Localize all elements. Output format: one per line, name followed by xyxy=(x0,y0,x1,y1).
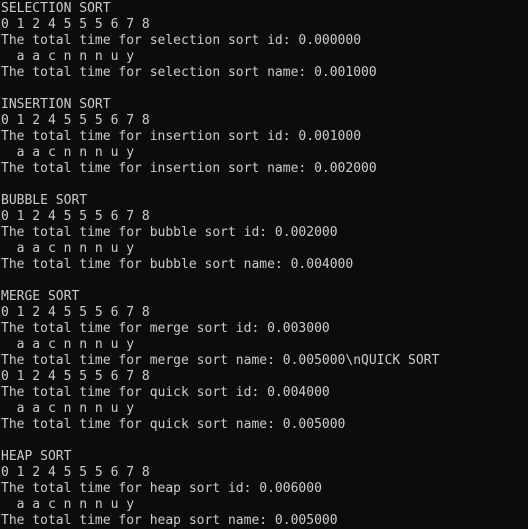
console-line: 0 1 2 4 5 5 5 6 7 8 xyxy=(1,465,150,480)
console-line: SELECTION SORT xyxy=(1,1,111,16)
console-line: BUBBLE SORT xyxy=(1,193,88,208)
console-line: a a c n n n u y xyxy=(1,145,135,160)
console-line: 0 1 2 4 5 5 5 6 7 8 xyxy=(1,209,150,224)
console-line: The total time for merge sort id: 0.0030… xyxy=(1,321,330,336)
console-line: a a c n n n u y xyxy=(1,401,135,416)
console-line: The total time for quick sort name: 0.00… xyxy=(1,417,346,432)
console-line: 0 1 2 4 5 5 5 6 7 8 xyxy=(1,17,150,32)
console-line: The total time for heap sort name: 0.005… xyxy=(1,513,338,528)
console-line: The total time for bubble sort id: 0.002… xyxy=(1,225,338,240)
console-line: The total time for selection sort id: 0.… xyxy=(1,33,362,48)
console-line: a a c n n n u y xyxy=(1,49,135,64)
console-line: The total time for selection sort name: … xyxy=(1,65,377,80)
console-line: 0 1 2 4 5 5 5 6 7 8 xyxy=(1,113,150,128)
console-output: SELECTION SORT 0 1 2 4 5 5 5 6 7 8 The t… xyxy=(0,0,528,529)
console-line: HEAP SORT xyxy=(1,449,72,464)
console-line: 0 1 2 4 5 5 5 6 7 8 xyxy=(1,369,150,384)
console-line: The total time for heap sort id: 0.00600… xyxy=(1,481,322,496)
console-line: The total time for bubble sort name: 0.0… xyxy=(1,257,354,272)
console-line: The total time for quick sort id: 0.0040… xyxy=(1,385,330,400)
console-line: MERGE SORT xyxy=(1,289,80,304)
console-line: The total time for merge sort name: 0.00… xyxy=(1,353,440,368)
console-line: The total time for insertion sort name: … xyxy=(1,161,377,176)
console-line: 0 1 2 4 5 5 5 6 7 8 xyxy=(1,305,150,320)
console-line: The total time for insertion sort id: 0.… xyxy=(1,129,362,144)
console-line: a a c n n n u y xyxy=(1,497,135,512)
console-line: INSERTION SORT xyxy=(1,97,111,112)
console-line: a a c n n n u y xyxy=(1,337,135,352)
console-line: a a c n n n u y xyxy=(1,241,135,256)
